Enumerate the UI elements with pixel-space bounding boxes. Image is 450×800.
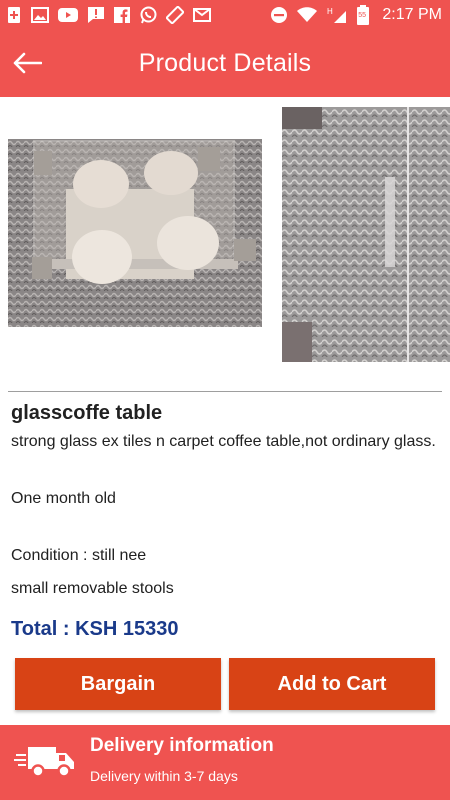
notification-icons [6, 6, 211, 24]
delivery-subtitle: Delivery within 3-7 days [90, 768, 238, 784]
clock: 2:17 PM [382, 6, 442, 23]
bargain-button[interactable]: Bargain [15, 658, 221, 710]
add-to-cart-button[interactable]: Add to Cart [229, 658, 435, 710]
product-age: One month old [11, 490, 116, 507]
wifi-icon [297, 7, 318, 23]
divider [8, 391, 442, 392]
app-bar: Product Details [0, 30, 450, 97]
facebook-icon [114, 7, 130, 23]
product-name: glasscoffe table [11, 402, 163, 424]
truck-icon [14, 741, 76, 786]
delivery-info-bar[interactable]: Delivery information Delivery within 3-7… [0, 725, 450, 800]
product-photo-top-view[interactable] [8, 139, 262, 327]
signal-icon: H [326, 6, 348, 24]
mail-icon [193, 8, 211, 22]
product-condition: Condition : still nee [11, 547, 147, 564]
minus-icon [270, 6, 288, 24]
product-image-gallery[interactable] [0, 97, 450, 387]
battery-icon: 55 [357, 5, 370, 25]
svg-text:H: H [327, 7, 333, 16]
back-button[interactable] [10, 48, 44, 78]
youtube-icon [58, 7, 78, 23]
image-icon [31, 7, 49, 23]
whatsapp-icon [139, 6, 157, 24]
delivery-title: Delivery information [90, 735, 274, 756]
product-description: strong glass ex tiles n carpet coffee ta… [11, 433, 436, 450]
product-photo-side-view[interactable] [282, 107, 450, 362]
arrow-left-icon [13, 52, 42, 74]
product-total-price: Total : KSH 15330 [11, 618, 179, 640]
product-details: glasscoffe table strong glass ex tiles n… [11, 398, 443, 640]
page-title: Product Details [138, 49, 312, 77]
svg-text:55: 55 [359, 12, 367, 19]
product-extra-info: small removable stools [11, 580, 174, 597]
rotate-icon [166, 6, 184, 24]
system-icons: H 55 2:17 PM [270, 5, 442, 25]
add-icon [6, 6, 22, 24]
status-bar: H 55 2:17 PM [0, 0, 450, 30]
alert-icon [87, 6, 105, 24]
